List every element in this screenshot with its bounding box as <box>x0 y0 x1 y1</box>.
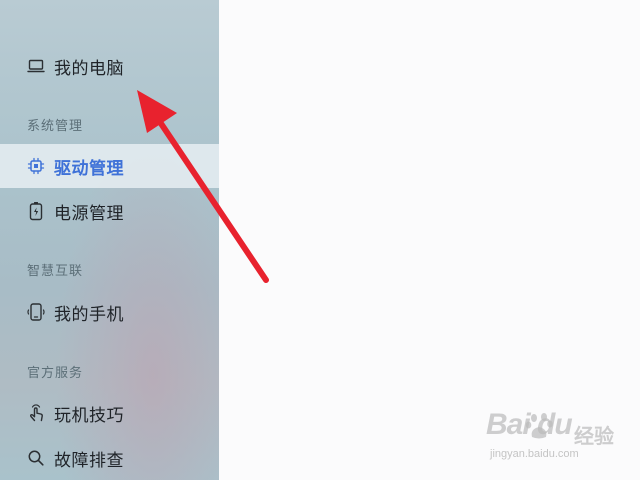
app-window: 我的电脑 系统管理 驱动管理 电源管理 智慧互联 我的手机 官方服务 玩机技巧 … <box>0 0 640 480</box>
sidebar-item-power-management[interactable]: 电源管理 <box>0 189 219 233</box>
sidebar-item-driver-management[interactable]: 驱动管理 <box>0 144 219 188</box>
paw-icon <box>525 413 553 439</box>
battery-icon <box>26 201 46 221</box>
baidu-jingyan-watermark: Bai du 经验 jingyan.baidu.com <box>486 408 616 468</box>
sidebar-item-tips[interactable]: 玩机技巧 <box>0 391 219 435</box>
sidebar-item-my-computer[interactable]: 我的电脑 <box>0 44 219 88</box>
laptop-icon <box>26 56 46 76</box>
sidebar: 我的电脑 系统管理 驱动管理 电源管理 智慧互联 我的手机 官方服务 玩机技巧 … <box>0 0 219 480</box>
search-icon <box>26 448 46 468</box>
watermark-suffix: 经验 <box>574 424 614 448</box>
sidebar-item-label: 驱动管理 <box>54 158 124 179</box>
section-header-smart-connect: 智慧互联 <box>27 264 84 279</box>
phone-icon <box>26 302 46 322</box>
chip-icon <box>26 156 46 176</box>
sidebar-item-label: 我的电脑 <box>54 58 124 79</box>
section-header-official-service: 官方服务 <box>27 366 84 381</box>
sidebar-item-troubleshoot[interactable]: 故障排查 <box>0 436 219 480</box>
sidebar-item-label: 电源管理 <box>54 203 124 224</box>
sidebar-item-label: 玩机技巧 <box>54 405 124 426</box>
sidebar-item-my-phone[interactable]: 我的手机 <box>0 290 219 334</box>
tap-hand-icon <box>26 403 46 423</box>
watermark-url: jingyan.baidu.com <box>490 448 579 460</box>
sidebar-item-label: 我的手机 <box>54 304 124 325</box>
sidebar-item-label: 故障排查 <box>54 450 124 471</box>
section-header-system: 系统管理 <box>27 119 84 134</box>
